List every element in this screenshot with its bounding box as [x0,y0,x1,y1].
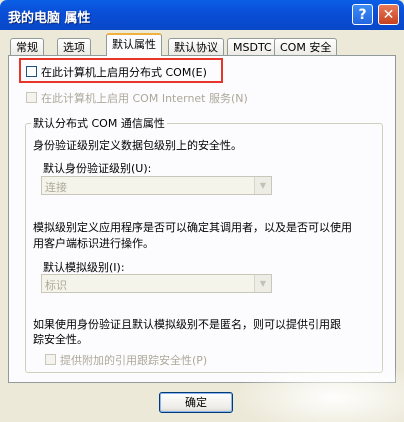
auth-level-select: 连接 ▼ [41,176,272,195]
properties-window: 我的电脑 属性 ? ✕ 常规 选项 默认属性 默认协议 MSDTC COM 安全… [0,0,404,422]
impersonation-level-label: 默认模拟级别(I): [43,261,125,274]
window-title: 我的电脑 属性 [8,11,91,26]
impersonation-level-select: 标识 ▼ [41,274,272,293]
reference-desc-line2: 踪安全性。 [33,333,88,346]
help-button[interactable]: ? [352,4,373,25]
tab-msdtc[interactable]: MSDTC [227,38,278,55]
impersonation-desc-line2: 用客户端标识进行操作。 [33,237,154,250]
reference-desc-line1: 如果使用身份验证且默认模拟级别不是匿名，则可以提供引用跟 [33,318,341,331]
dropdown-arrow-icon: ▼ [254,275,271,292]
dropdown-arrow-icon: ▼ [254,177,271,194]
ok-button[interactable]: 确定 [159,392,233,413]
auth-level-label: 默认身份验证级别(U): [43,162,152,175]
close-button[interactable]: ✕ [378,4,399,25]
auth-level-value: 连接 [45,181,67,194]
watermark-glow [232,360,404,422]
tab-general[interactable]: 常规 [10,38,44,55]
tab-options[interactable]: 选项 [57,38,91,55]
tab-com-security[interactable]: COM 安全 [274,38,338,55]
enable-internet-label: 在此计算机上启用 COM Internet 服务(N) [41,92,248,105]
reference-tracking-checkbox [45,354,56,365]
impersonation-desc-line1: 模拟级别定义应用程序是否可以确定其调用者，以及是否可以使用 [33,221,352,234]
enable-internet-checkbox [26,92,37,103]
close-icon: ✕ [382,7,395,23]
enable-dcom-label[interactable]: 在此计算机上启用分布式 COM(E) [41,64,207,80]
title-bar[interactable]: 我的电脑 属性 ? ✕ [0,0,404,30]
tab-default-properties[interactable]: 默认属性 [106,33,162,56]
help-icon: ? [358,7,367,23]
auth-description: 身份验证级别定义数据包级别上的安全性。 [33,139,242,152]
group-title: 默认分布式 COM 通信属性 [31,115,167,131]
reference-tracking-label: 提供附加的引用跟踪安全性(P) [60,354,208,367]
tab-default-protocols[interactable]: 默认协议 [168,38,224,55]
impersonation-level-value: 标识 [45,279,67,292]
enable-dcom-checkbox[interactable] [26,66,37,77]
